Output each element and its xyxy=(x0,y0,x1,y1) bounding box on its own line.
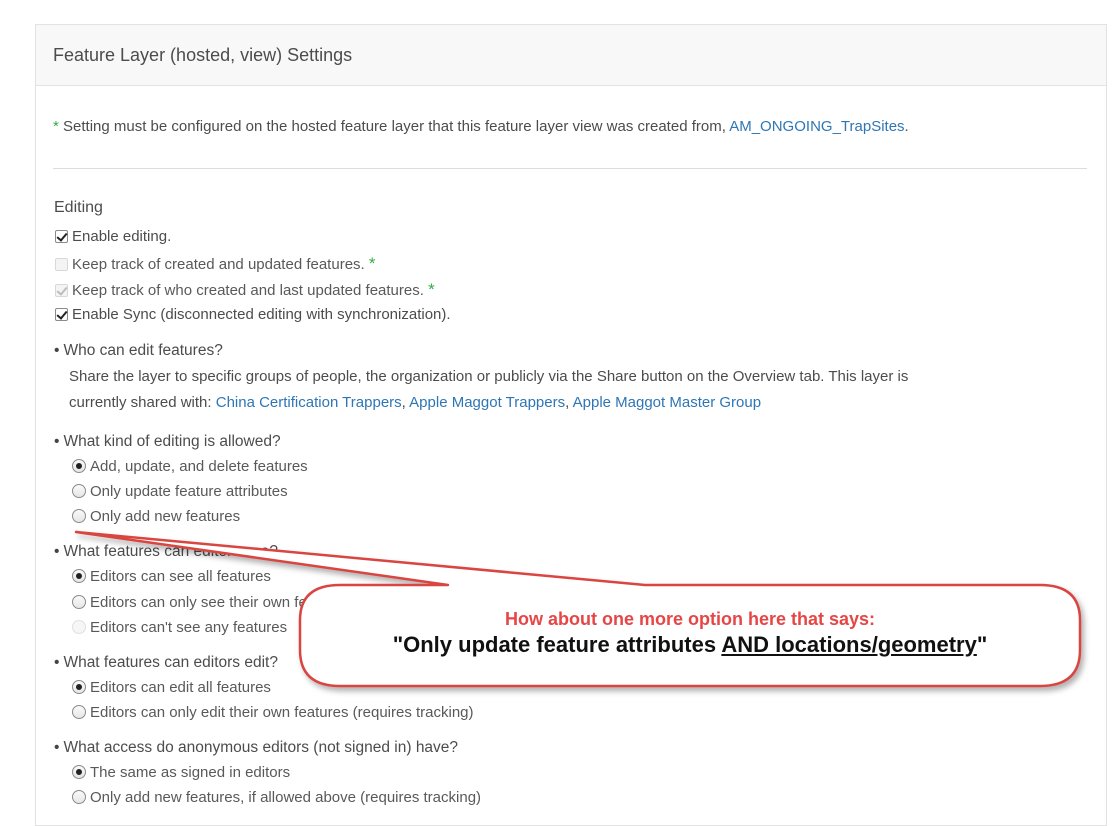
callout-suggestion: "Only update feature attributes AND loca… xyxy=(300,632,1080,658)
callout-title: How about one more option here that says… xyxy=(504,609,876,629)
callout-bubble xyxy=(74,530,1082,688)
suggestion-emphasis: AND locations/geometry xyxy=(721,632,977,657)
suggestion-prefix: "Only update feature attributes xyxy=(392,632,722,657)
suggestion-suffix: " xyxy=(976,632,988,657)
